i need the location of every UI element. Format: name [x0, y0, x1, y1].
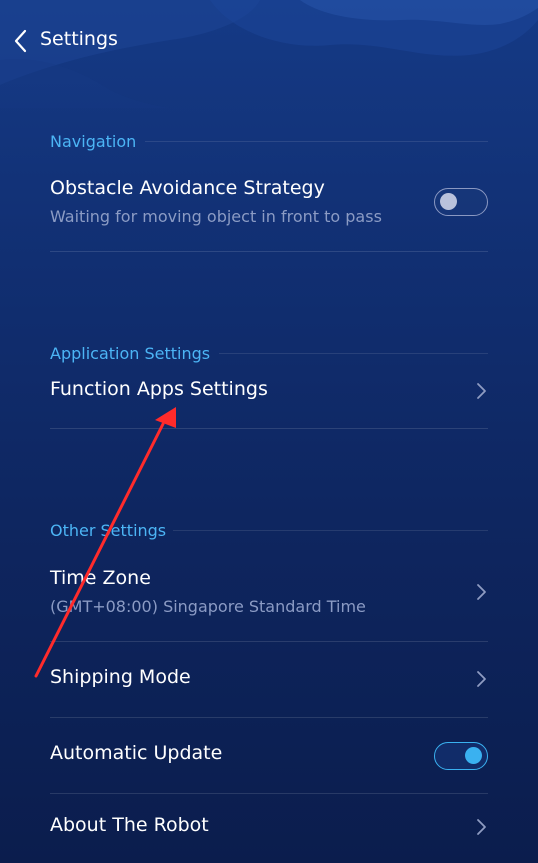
shipping-mode-row[interactable]: Shipping Mode — [50, 666, 488, 696]
divider — [50, 641, 488, 642]
toggle-knob — [465, 747, 482, 764]
annotation-arrow — [34, 407, 176, 678]
divider — [50, 717, 488, 718]
time-zone-subtitle: (GMT+08:00) Singapore Standard Time — [50, 597, 366, 616]
obstacle-avoidance-toggle[interactable] — [434, 188, 488, 216]
function-apps-settings-title: Function Apps Settings — [50, 378, 268, 400]
obstacle-avoidance-title: Obstacle Avoidance Strategy — [50, 177, 325, 199]
section-divider — [219, 353, 488, 354]
divider — [50, 251, 488, 252]
time-zone-row[interactable]: Time Zone (GMT+08:00) Singapore Standard… — [50, 567, 488, 629]
shipping-mode-title: Shipping Mode — [50, 666, 191, 688]
chevron-left-icon — [14, 29, 27, 53]
section-title-other: Other Settings — [50, 521, 167, 540]
about-robot-title: About The Robot — [50, 814, 209, 836]
chevron-right-icon — [477, 671, 486, 687]
chevron-right-icon — [477, 584, 486, 600]
toggle-knob — [440, 193, 457, 210]
obstacle-avoidance-row[interactable]: Obstacle Avoidance Strategy Waiting for … — [50, 177, 488, 239]
chevron-right-icon — [477, 383, 486, 399]
automatic-update-row[interactable]: Automatic Update — [50, 742, 488, 772]
section-title-navigation: Navigation — [50, 132, 137, 151]
divider — [50, 428, 488, 429]
section-divider — [173, 530, 488, 531]
divider — [50, 793, 488, 794]
chevron-right-icon — [477, 819, 486, 835]
section-divider — [145, 141, 488, 142]
about-robot-row[interactable]: About The Robot — [50, 814, 488, 844]
obstacle-avoidance-subtitle: Waiting for moving object in front to pa… — [50, 207, 382, 226]
automatic-update-title: Automatic Update — [50, 742, 223, 764]
section-title-application: Application Settings — [50, 344, 211, 363]
automatic-update-toggle[interactable] — [434, 742, 488, 770]
app-header: Settings — [0, 18, 538, 64]
back-button[interactable] — [8, 22, 34, 60]
page-title: Settings — [40, 28, 118, 50]
time-zone-title: Time Zone — [50, 567, 151, 589]
function-apps-settings-row[interactable]: Function Apps Settings — [50, 378, 488, 408]
